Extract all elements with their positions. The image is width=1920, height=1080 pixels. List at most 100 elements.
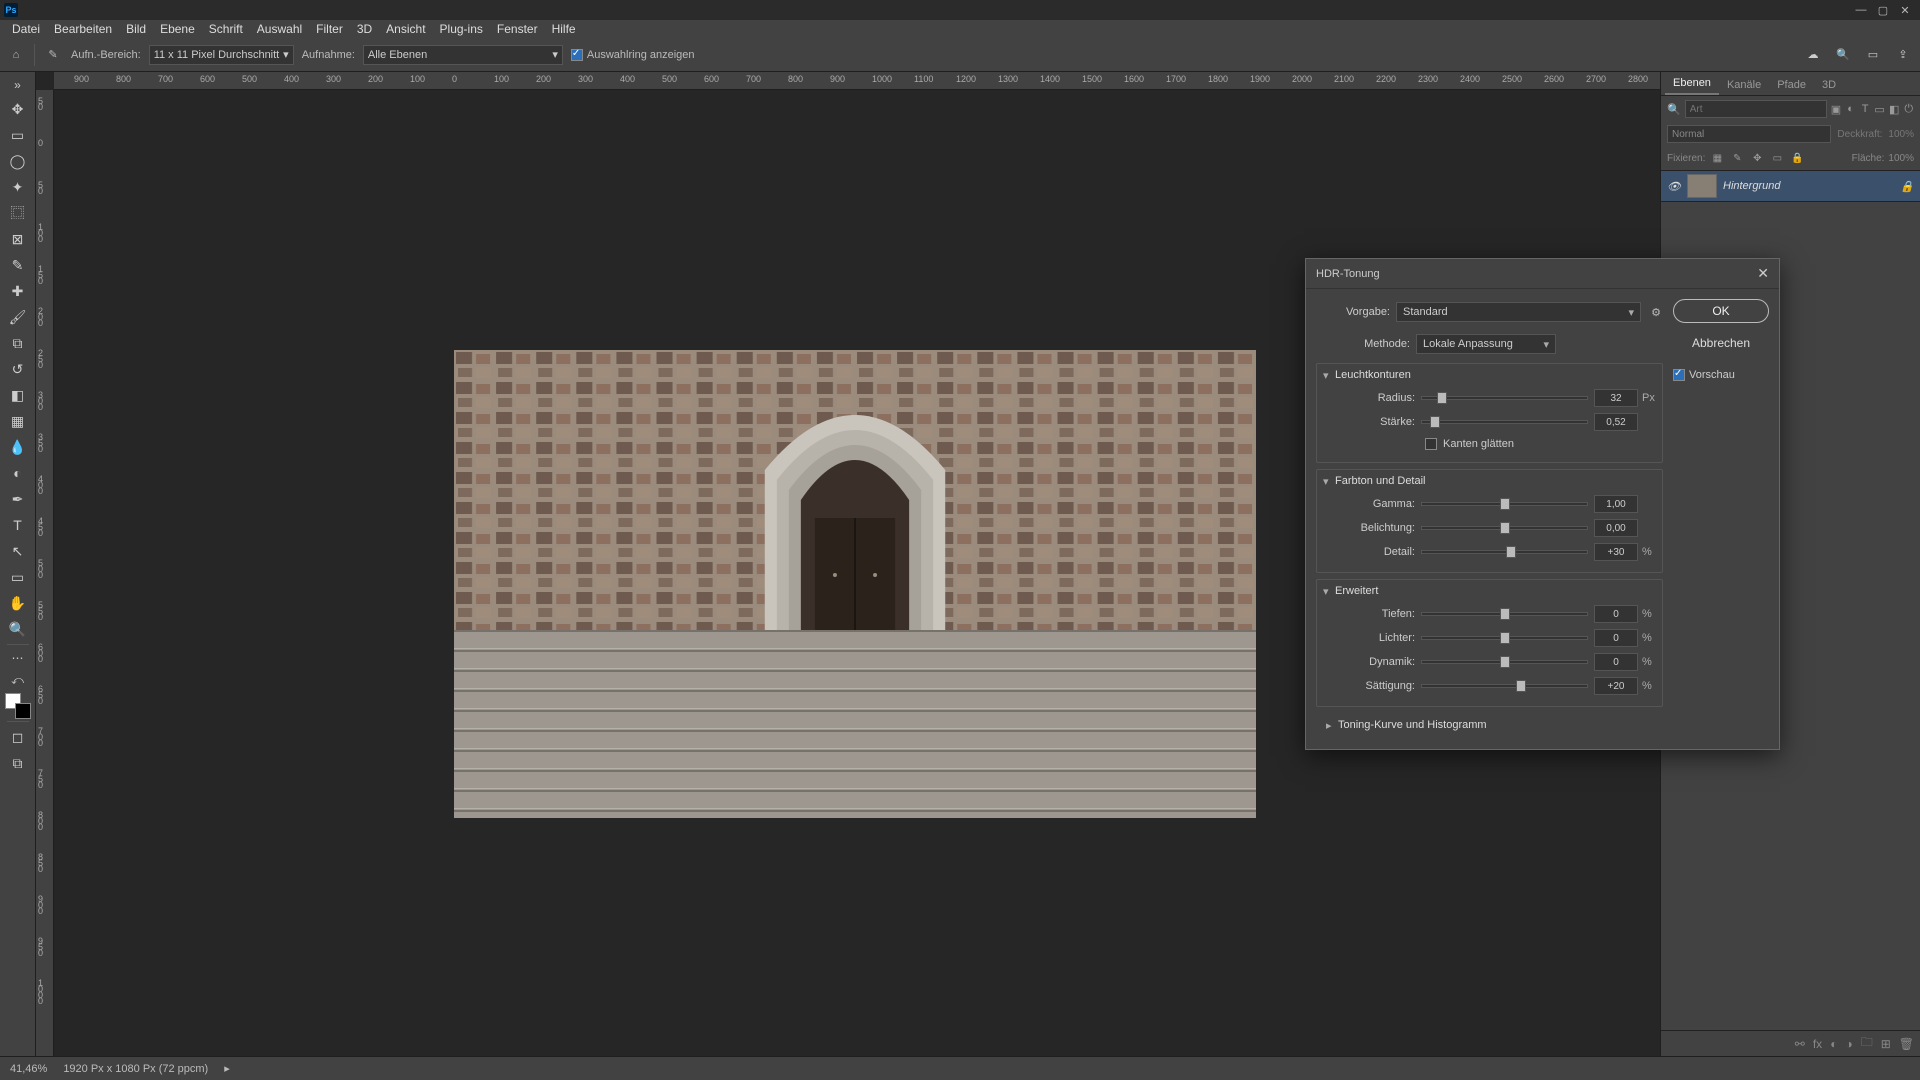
panel-tab[interactable]: Kanäle bbox=[1719, 75, 1769, 95]
gradient-tool[interactable]: ▦ bbox=[3, 408, 33, 434]
panel-tabs[interactable]: EbenenKanälePfade3D bbox=[1661, 72, 1920, 96]
menu-bearbeiten[interactable]: Bearbeiten bbox=[54, 22, 112, 36]
shadow-slider[interactable] bbox=[1421, 612, 1588, 616]
lock-artboard-icon[interactable]: ▭ bbox=[1769, 153, 1785, 164]
hand-tool[interactable]: ✋ bbox=[3, 590, 33, 616]
delete-layer-icon[interactable]: 🗑 bbox=[1899, 1037, 1914, 1051]
menu-ansicht[interactable]: Ansicht bbox=[386, 22, 425, 36]
radius-slider[interactable] bbox=[1421, 396, 1588, 400]
menu-auswahl[interactable]: Auswahl bbox=[257, 22, 302, 36]
menu-bild[interactable]: Bild bbox=[126, 22, 146, 36]
history-brush-tool[interactable]: ↺ bbox=[3, 356, 33, 382]
doc-info[interactable]: 1920 Px x 1080 Px (72 ppcm) bbox=[63, 1063, 208, 1075]
minimize-button[interactable]: — bbox=[1850, 0, 1872, 20]
quickmask-icon[interactable]: ◻ bbox=[3, 724, 33, 750]
color-swatches[interactable] bbox=[5, 693, 31, 719]
new-layer-icon[interactable]: ⊞ bbox=[1881, 1037, 1891, 1051]
move-tool[interactable]: ✥ bbox=[3, 96, 33, 122]
marquee-tool[interactable]: ▭ bbox=[3, 122, 33, 148]
menu-schrift[interactable]: Schrift bbox=[209, 22, 243, 36]
blur-tool[interactable]: 💧 bbox=[3, 434, 33, 460]
filter-adjust-icon[interactable]: ◐ bbox=[1845, 100, 1856, 118]
advanced-header[interactable]: ▾Erweitert bbox=[1317, 580, 1662, 602]
home-icon[interactable]: ⌂ bbox=[6, 45, 26, 65]
sample-layers-select[interactable]: Alle Ebenen▾ bbox=[363, 45, 563, 65]
exposure-slider[interactable] bbox=[1421, 526, 1588, 530]
method-select[interactable]: Lokale Anpassung bbox=[1416, 334, 1556, 354]
gamma-slider[interactable] bbox=[1421, 502, 1588, 506]
layer-row[interactable]: 👁 Hintergrund 🔒 bbox=[1661, 170, 1920, 202]
search-icon[interactable]: 🔍 bbox=[1667, 100, 1681, 118]
quick-select-tool[interactable]: ✦ bbox=[3, 174, 33, 200]
strength-slider[interactable] bbox=[1421, 420, 1588, 424]
edge-glow-header[interactable]: ▾Leuchtkonturen bbox=[1317, 364, 1662, 386]
filter-image-icon[interactable]: ▣ bbox=[1831, 100, 1842, 118]
preview-checkbox[interactable]: Vorschau bbox=[1673, 369, 1735, 381]
highlight-slider[interactable] bbox=[1421, 636, 1588, 640]
filter-toggle-icon[interactable]: ⏻ bbox=[1903, 100, 1914, 118]
panel-tab[interactable]: Pfade bbox=[1769, 75, 1814, 95]
close-window-button[interactable]: ✕ bbox=[1894, 0, 1916, 20]
menu-plug-ins[interactable]: Plug-ins bbox=[440, 22, 483, 36]
crop-tool[interactable]: ⿴ bbox=[3, 200, 33, 226]
preset-select[interactable]: Standard bbox=[1396, 302, 1641, 322]
menu-filter[interactable]: Filter bbox=[316, 22, 343, 36]
saturation-input[interactable]: +20 bbox=[1594, 677, 1638, 695]
path-tool[interactable]: ↖ bbox=[3, 538, 33, 564]
ok-button[interactable]: OK bbox=[1673, 299, 1769, 323]
highlight-input[interactable]: 0 bbox=[1594, 629, 1638, 647]
preset-settings-icon[interactable]: ⚙ bbox=[1647, 306, 1665, 319]
fx-icon[interactable]: fx bbox=[1813, 1037, 1822, 1051]
doc-info-chevron-icon[interactable]: ▸ bbox=[224, 1062, 230, 1075]
swap-colors-icon[interactable]: ⤺ bbox=[3, 669, 33, 691]
close-dialog-icon[interactable]: ✕ bbox=[1757, 265, 1769, 282]
smooth-edges-checkbox[interactable] bbox=[1425, 438, 1437, 450]
brush-tool[interactable]: 🖌 bbox=[3, 304, 33, 330]
expand-toolbar-icon[interactable]: » bbox=[3, 74, 33, 96]
filter-type-icon[interactable]: T bbox=[1860, 100, 1871, 118]
show-ring-checkbox[interactable]: Auswahlring anzeigen bbox=[571, 49, 695, 61]
lock-all-icon[interactable]: 🔒 bbox=[1789, 153, 1805, 164]
saturation-slider[interactable] bbox=[1421, 684, 1588, 688]
tone-detail-header[interactable]: ▾Farbton und Detail bbox=[1317, 470, 1662, 492]
shape-tool[interactable]: ▭ bbox=[3, 564, 33, 590]
menu-ebene[interactable]: Ebene bbox=[160, 22, 195, 36]
zoom-level[interactable]: 41,46% bbox=[10, 1063, 47, 1075]
vibrance-input[interactable]: 0 bbox=[1594, 653, 1638, 671]
vibrance-slider[interactable] bbox=[1421, 660, 1588, 664]
cancel-button[interactable]: Abbrechen bbox=[1673, 331, 1769, 355]
healing-tool[interactable]: ✚ bbox=[3, 278, 33, 304]
menu-datei[interactable]: Datei bbox=[12, 22, 40, 36]
adjustment-icon[interactable]: ◑ bbox=[1845, 1037, 1852, 1051]
detail-slider[interactable] bbox=[1421, 550, 1588, 554]
menu-hilfe[interactable]: Hilfe bbox=[552, 22, 576, 36]
screenmode-icon[interactable]: ⧉ bbox=[3, 750, 33, 776]
gamma-input[interactable]: 1,00 bbox=[1594, 495, 1638, 513]
lock-pixels-icon[interactable]: ▦ bbox=[1709, 153, 1725, 164]
exposure-input[interactable]: 0,00 bbox=[1594, 519, 1638, 537]
filter-smart-icon[interactable]: ◧ bbox=[1889, 100, 1900, 118]
filter-shape-icon[interactable]: ▭ bbox=[1874, 100, 1885, 118]
pen-tool[interactable]: ✒ bbox=[3, 486, 33, 512]
eyedropper-tool[interactable]: ✎ bbox=[3, 252, 33, 278]
strength-input[interactable]: 0,52 bbox=[1594, 413, 1638, 431]
lasso-tool[interactable]: ◯ bbox=[3, 148, 33, 174]
eyedropper-icon[interactable]: ✎ bbox=[43, 45, 63, 65]
lock-move-icon[interactable]: ✥ bbox=[1749, 153, 1765, 164]
group-icon[interactable]: 🗀 bbox=[1861, 1033, 1873, 1054]
eraser-tool[interactable]: ◧ bbox=[3, 382, 33, 408]
layer-filter-input[interactable] bbox=[1685, 100, 1827, 118]
maximize-button[interactable]: ▢ bbox=[1872, 0, 1894, 20]
menu-3d[interactable]: 3D bbox=[357, 22, 372, 36]
clone-tool[interactable]: ⧉ bbox=[3, 330, 33, 356]
detail-input[interactable]: +30 bbox=[1594, 543, 1638, 561]
radius-input[interactable]: 32 bbox=[1594, 389, 1638, 407]
main-menu[interactable]: Datei Bearbeiten Bild Ebene Schrift Auswahl Fi… bbox=[0, 20, 1920, 38]
lock-position-icon[interactable]: ✎ bbox=[1729, 153, 1745, 164]
menu-fenster[interactable]: Fenster bbox=[497, 22, 538, 36]
link-layers-icon[interactable]: ⚯ bbox=[1795, 1037, 1805, 1051]
share-icon[interactable]: ⇪ bbox=[1892, 44, 1914, 66]
type-tool[interactable]: T bbox=[3, 512, 33, 538]
cloud-docs-icon[interactable]: ☁ bbox=[1802, 44, 1824, 66]
shadow-input[interactable]: 0 bbox=[1594, 605, 1638, 623]
